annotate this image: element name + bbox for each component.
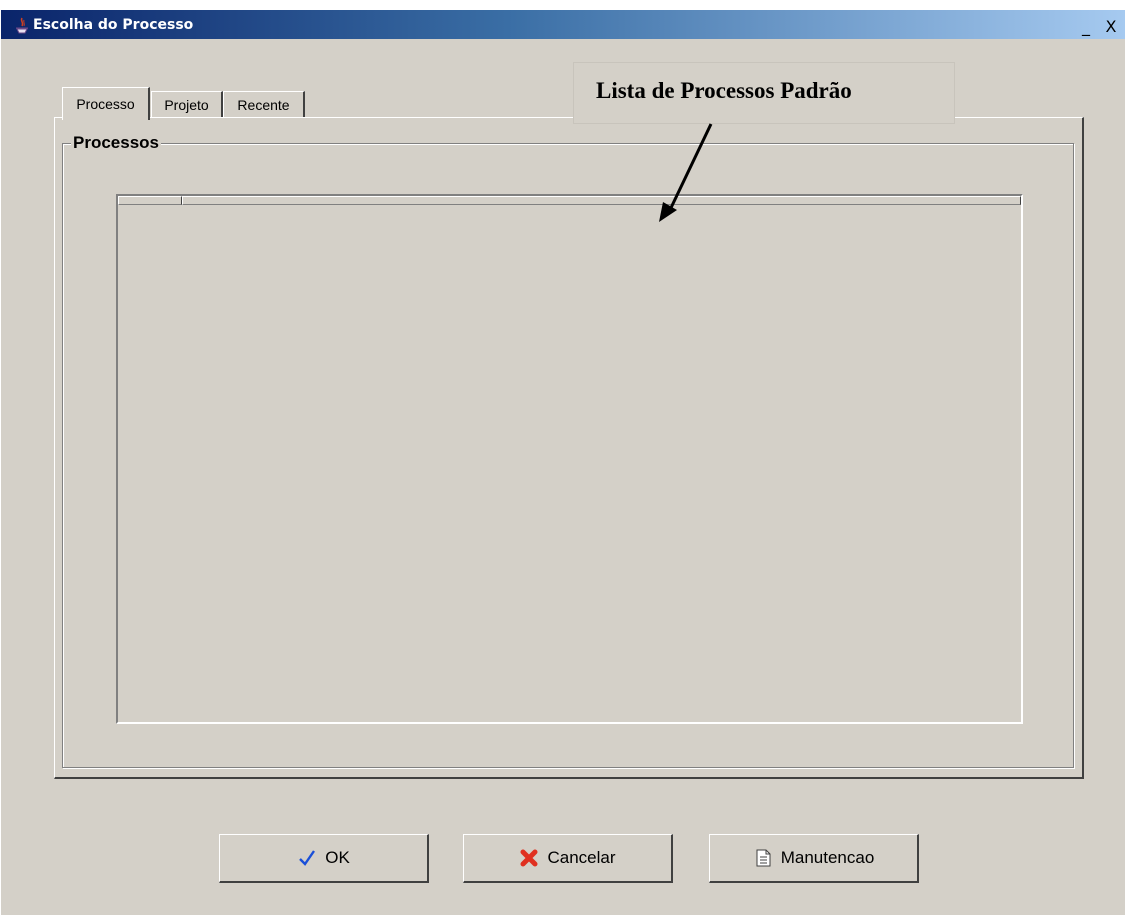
ok-button[interactable]: OK [219, 834, 429, 883]
java-cup-icon [16, 17, 28, 34]
processos-group: Processos [62, 133, 1074, 768]
title-bar[interactable]: Escolha do Processo _ X [1, 10, 1125, 39]
checkmark-icon [299, 850, 316, 866]
tab-processo[interactable]: Processo [62, 87, 150, 120]
dialog-window: Escolha do Processo _ X Processo Projeto… [0, 10, 1125, 915]
annotation-arrow-icon [659, 123, 713, 222]
manutencao-label: Manutencao [780, 848, 875, 867]
annotation-callout: Lista de Processos Padrão [573, 62, 955, 124]
close-button[interactable]: X [1101, 18, 1121, 36]
tab-recente[interactable]: Recente [223, 91, 305, 117]
ok-label: OK [325, 848, 350, 867]
cancel-button[interactable]: Cancelar [463, 834, 673, 883]
tab-projeto[interactable]: Projeto [151, 91, 223, 117]
minimize-button[interactable]: _ [1076, 18, 1096, 36]
list-column-header-2[interactable] [182, 196, 1021, 205]
document-icon [756, 849, 771, 867]
annotation-text: Lista de Processos Padrão [596, 78, 852, 103]
manutencao-button[interactable]: Manutencao [709, 834, 919, 883]
red-x-icon [520, 849, 538, 867]
window-title: Escolha do Processo [33, 17, 194, 33]
group-title: Processos [71, 133, 161, 153]
process-list[interactable] [116, 194, 1023, 724]
list-header [118, 196, 1021, 205]
list-column-header-1[interactable] [118, 196, 182, 205]
cancel-label: Cancelar [547, 848, 616, 867]
tab-panel: Processos [54, 117, 1084, 779]
